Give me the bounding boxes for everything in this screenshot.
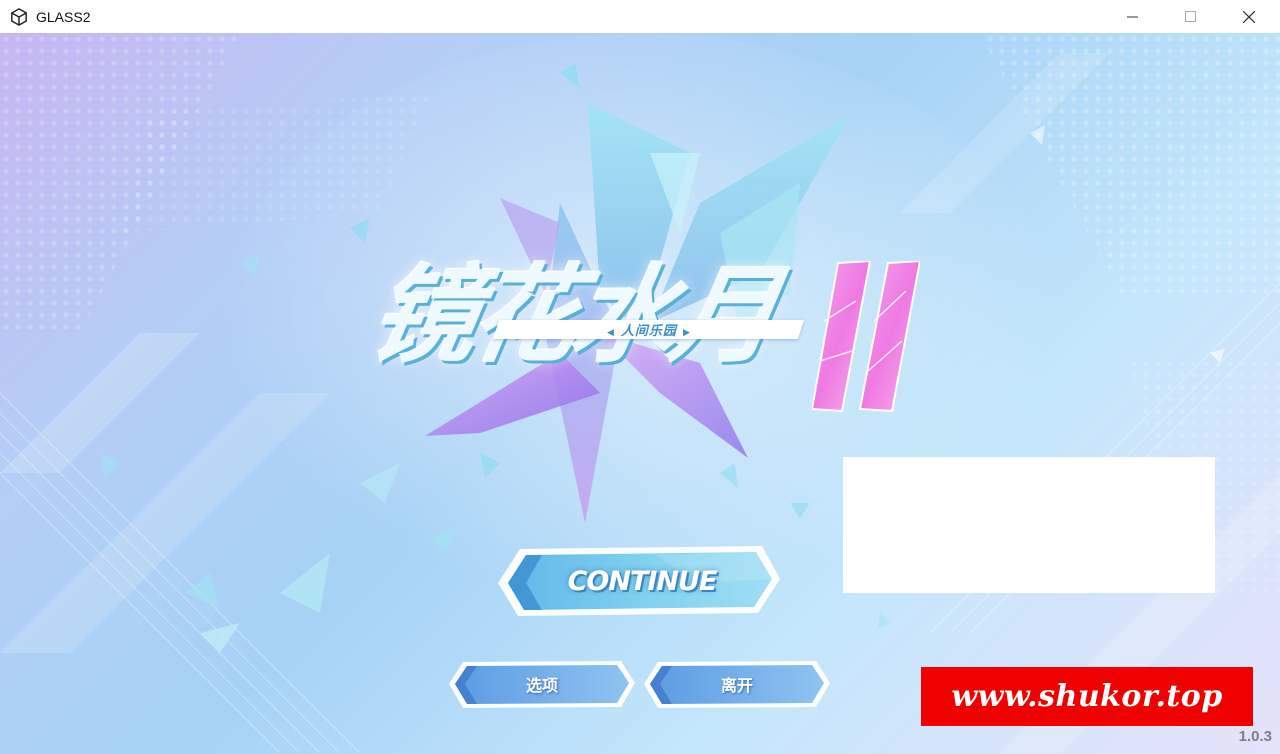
triangle-right-icon: ▶ bbox=[682, 328, 691, 338]
close-icon bbox=[1243, 10, 1255, 23]
logo-subtitle-text: 人间乐园 bbox=[620, 324, 677, 339]
minimize-button[interactable] bbox=[1104, 0, 1162, 33]
options-button[interactable]: 选项 bbox=[449, 659, 635, 709]
logo-roman-numeral bbox=[812, 261, 920, 413]
window-titlebar: GLASS2 bbox=[0, 0, 1280, 33]
title-screen: 镜花水月 ◀ 人间乐园 ▶ CONTINUE 选项 离开 www.shukor.… bbox=[0, 33, 1280, 754]
logo-subtitle-bar: ◀ 人间乐园 ▶ bbox=[492, 320, 805, 339]
logo-subtitle: ◀ 人间乐园 ▶ bbox=[601, 320, 697, 339]
options-label: 选项 bbox=[525, 676, 558, 695]
maximize-icon bbox=[1185, 10, 1196, 22]
exit-button[interactable]: 离开 bbox=[644, 659, 830, 709]
exit-label: 离开 bbox=[720, 676, 753, 695]
version-label: 1.0.3 bbox=[1238, 728, 1272, 745]
continue-button[interactable]: CONTINUE bbox=[496, 543, 780, 619]
watermark-banner: www.shukor.top bbox=[921, 667, 1253, 726]
close-button[interactable] bbox=[1220, 0, 1278, 33]
minimize-icon bbox=[1127, 16, 1138, 17]
triangle-left-icon: ◀ bbox=[606, 328, 615, 338]
game-logo-title: 镜花水月 bbox=[361, 254, 783, 377]
continue-label: CONTINUE bbox=[567, 565, 718, 597]
background-art bbox=[0, 33, 1280, 754]
window-title: GLASS2 bbox=[36, 8, 91, 25]
overlay-box bbox=[843, 457, 1215, 593]
unity-icon bbox=[11, 7, 27, 26]
maximize-button[interactable] bbox=[1162, 0, 1220, 33]
watermark-text: www.shukor.top bbox=[951, 679, 1223, 714]
